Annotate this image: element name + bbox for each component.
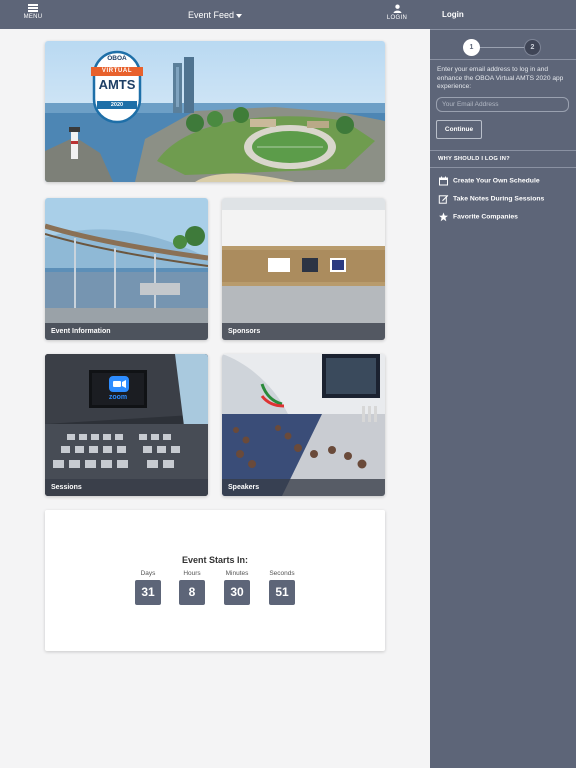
countdown-minutes: Minutes 30 [220,570,254,605]
benefit-schedule: Create Your Own Schedule [438,176,540,186]
countdown-value: 31 [135,580,161,605]
calendar-icon [439,176,448,186]
top-bar: MENU Event Feed LOGIN [0,0,430,29]
hero-illustration [45,41,385,182]
star-icon [439,212,448,222]
email-input[interactable] [436,97,569,112]
benefit-label: Take Notes During Sessions [453,195,545,203]
sponsors-illustration [222,198,385,340]
tile-sponsors[interactable]: Sponsors [222,198,385,340]
countdown-title: Event Starts In: [181,555,248,565]
benefit-favorites: Favorite Companies [438,212,518,222]
countdown-unit-label: Hours [183,570,201,577]
user-icon [393,4,401,13]
divider [430,29,576,30]
benefit-label: Favorite Companies [453,213,518,221]
sessions-illustration [45,354,208,496]
countdown-unit-label: Minutes [225,570,249,577]
countdown-card: Event Starts In: Days 31 Hours 8 Minutes… [45,510,385,651]
tile-speakers[interactable]: Speakers [222,354,385,496]
divider [430,167,576,168]
step-2-indicator: 2 [524,39,541,56]
event-information-illustration [45,198,208,340]
countdown-days: Days 31 [131,570,165,605]
zoom-screen-text: zoom [108,394,128,401]
edit-note-icon [438,195,449,204]
event-feed-title: Event Feed [187,10,235,20]
countdown-value: 51 [269,580,295,605]
tile-sessions[interactable]: zoom Sessions [45,354,208,496]
login-panel-title: Login [442,10,464,19]
badge-year-text: 2020 [110,102,124,108]
speakers-illustration [222,354,385,496]
badge-amts-text: AMTS [98,77,136,92]
countdown-value: 30 [224,580,250,605]
countdown-seconds: Seconds 51 [265,570,299,605]
login-panel: Login 1 2 Enter your email address to lo… [430,0,576,768]
tile-label: Speakers [222,479,385,496]
divider [430,59,576,60]
countdown-hours: Hours 8 [175,570,209,605]
countdown-unit-label: Seconds [269,570,295,577]
badge-virtual-text: VIRTUAL [101,68,133,74]
benefit-label: Create Your Own Schedule [453,177,540,185]
tile-label: Event Information [45,323,208,340]
countdown-unit-label: Days [140,570,156,577]
tile-label: Sponsors [222,323,385,340]
caret-down-icon [236,13,243,18]
tile-event-information[interactable]: Event Information [45,198,208,340]
benefit-notes: Take Notes During Sessions [438,194,544,204]
step-1-indicator: 1 [463,39,480,56]
login-description: Enter your email address to log in and e… [437,66,564,91]
event-feed-dropdown[interactable]: Event Feed [0,10,430,20]
login-label: LOGIN [386,15,408,21]
countdown-value: 8 [179,580,205,605]
hero-banner[interactable]: OBOA VIRTUAL AMTS 2020 [45,41,385,182]
tile-label: Sessions [45,479,208,496]
continue-button[interactable]: Continue [436,120,482,139]
divider [430,150,576,151]
why-login-heading: WHY SHOULD I LOG IN? [438,156,510,162]
badge-org-text: OBOA [107,55,127,62]
login-button[interactable]: LOGIN [384,4,410,21]
